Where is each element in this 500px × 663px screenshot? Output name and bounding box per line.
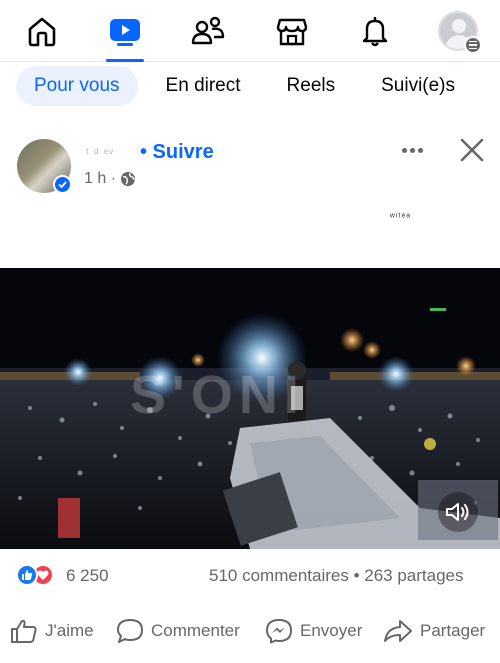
friends-icon (192, 16, 225, 44)
post-stats: 6 250 510 commentaires • 263 partages (0, 556, 500, 594)
marketplace-icon (276, 18, 307, 45)
nav-marketplace[interactable] (261, 0, 323, 62)
share-icon (384, 620, 412, 642)
comment-button[interactable]: Commenter (116, 618, 240, 644)
send-button[interactable]: Envoyer (265, 618, 362, 644)
verified-badge-icon (53, 175, 72, 194)
share-button[interactable]: Partager (383, 618, 485, 644)
video-watermark: S'ONI (130, 365, 305, 425)
follow-button[interactable]: • Suivre (140, 141, 214, 164)
reaction-count[interactable]: 6 250 (66, 566, 109, 586)
comments-shares-count[interactable]: 510 commentaires • 263 partages (209, 566, 464, 586)
nav-video[interactable] (94, 0, 156, 62)
nav-home[interactable] (11, 0, 73, 62)
tab-pour-vous[interactable]: Pour vous (16, 66, 138, 106)
tab-suivis[interactable]: Suivi(e)s (363, 66, 473, 106)
post-actions: J'aime Commenter Envoyer Partager (0, 606, 500, 654)
more-options-icon[interactable] (396, 138, 428, 162)
like-reaction-icon (16, 564, 38, 586)
video-play-icon (109, 18, 140, 46)
home-icon (28, 17, 55, 46)
author-name[interactable]: ᵗ ᵈ ᵉᵛ (86, 146, 114, 160)
tab-en-direct[interactable]: En direct (148, 66, 259, 106)
share-label: Partager (420, 621, 486, 640)
post-meta: 1 h · (84, 170, 136, 188)
like-label: J'aime (45, 621, 94, 640)
close-icon[interactable] (458, 136, 486, 164)
post-caption: ʷᶦᵗᵉᵃ (390, 212, 412, 223)
like-button[interactable]: J'aime (10, 618, 94, 644)
comment-icon (117, 619, 143, 643)
send-label: Envoyer (300, 621, 363, 640)
speaker-icon (446, 503, 469, 521)
nav-friends[interactable] (177, 0, 239, 62)
bell-icon (362, 16, 388, 46)
comment-label: Commenter (151, 621, 240, 640)
post-time: 1 h · (84, 170, 117, 187)
post-header: ᵗ ᵈ ᵉᵛ • Suivre 1 h · (0, 122, 500, 202)
messenger-icon (266, 619, 292, 644)
globe-icon (121, 172, 136, 186)
thumbs-up-icon (11, 619, 37, 643)
nav-notifications[interactable] (344, 0, 406, 62)
video-player[interactable]: S'ONI (0, 268, 500, 549)
reactions-summary[interactable] (16, 564, 54, 586)
nav-profile-menu[interactable] (427, 0, 489, 62)
sound-toggle[interactable] (438, 492, 478, 532)
top-navigation (0, 0, 500, 62)
video-tabs: Pour vous En direct Reels Suivi(e)s (0, 62, 500, 110)
tab-reels[interactable]: Reels (269, 66, 354, 106)
menu-icon (464, 36, 482, 54)
